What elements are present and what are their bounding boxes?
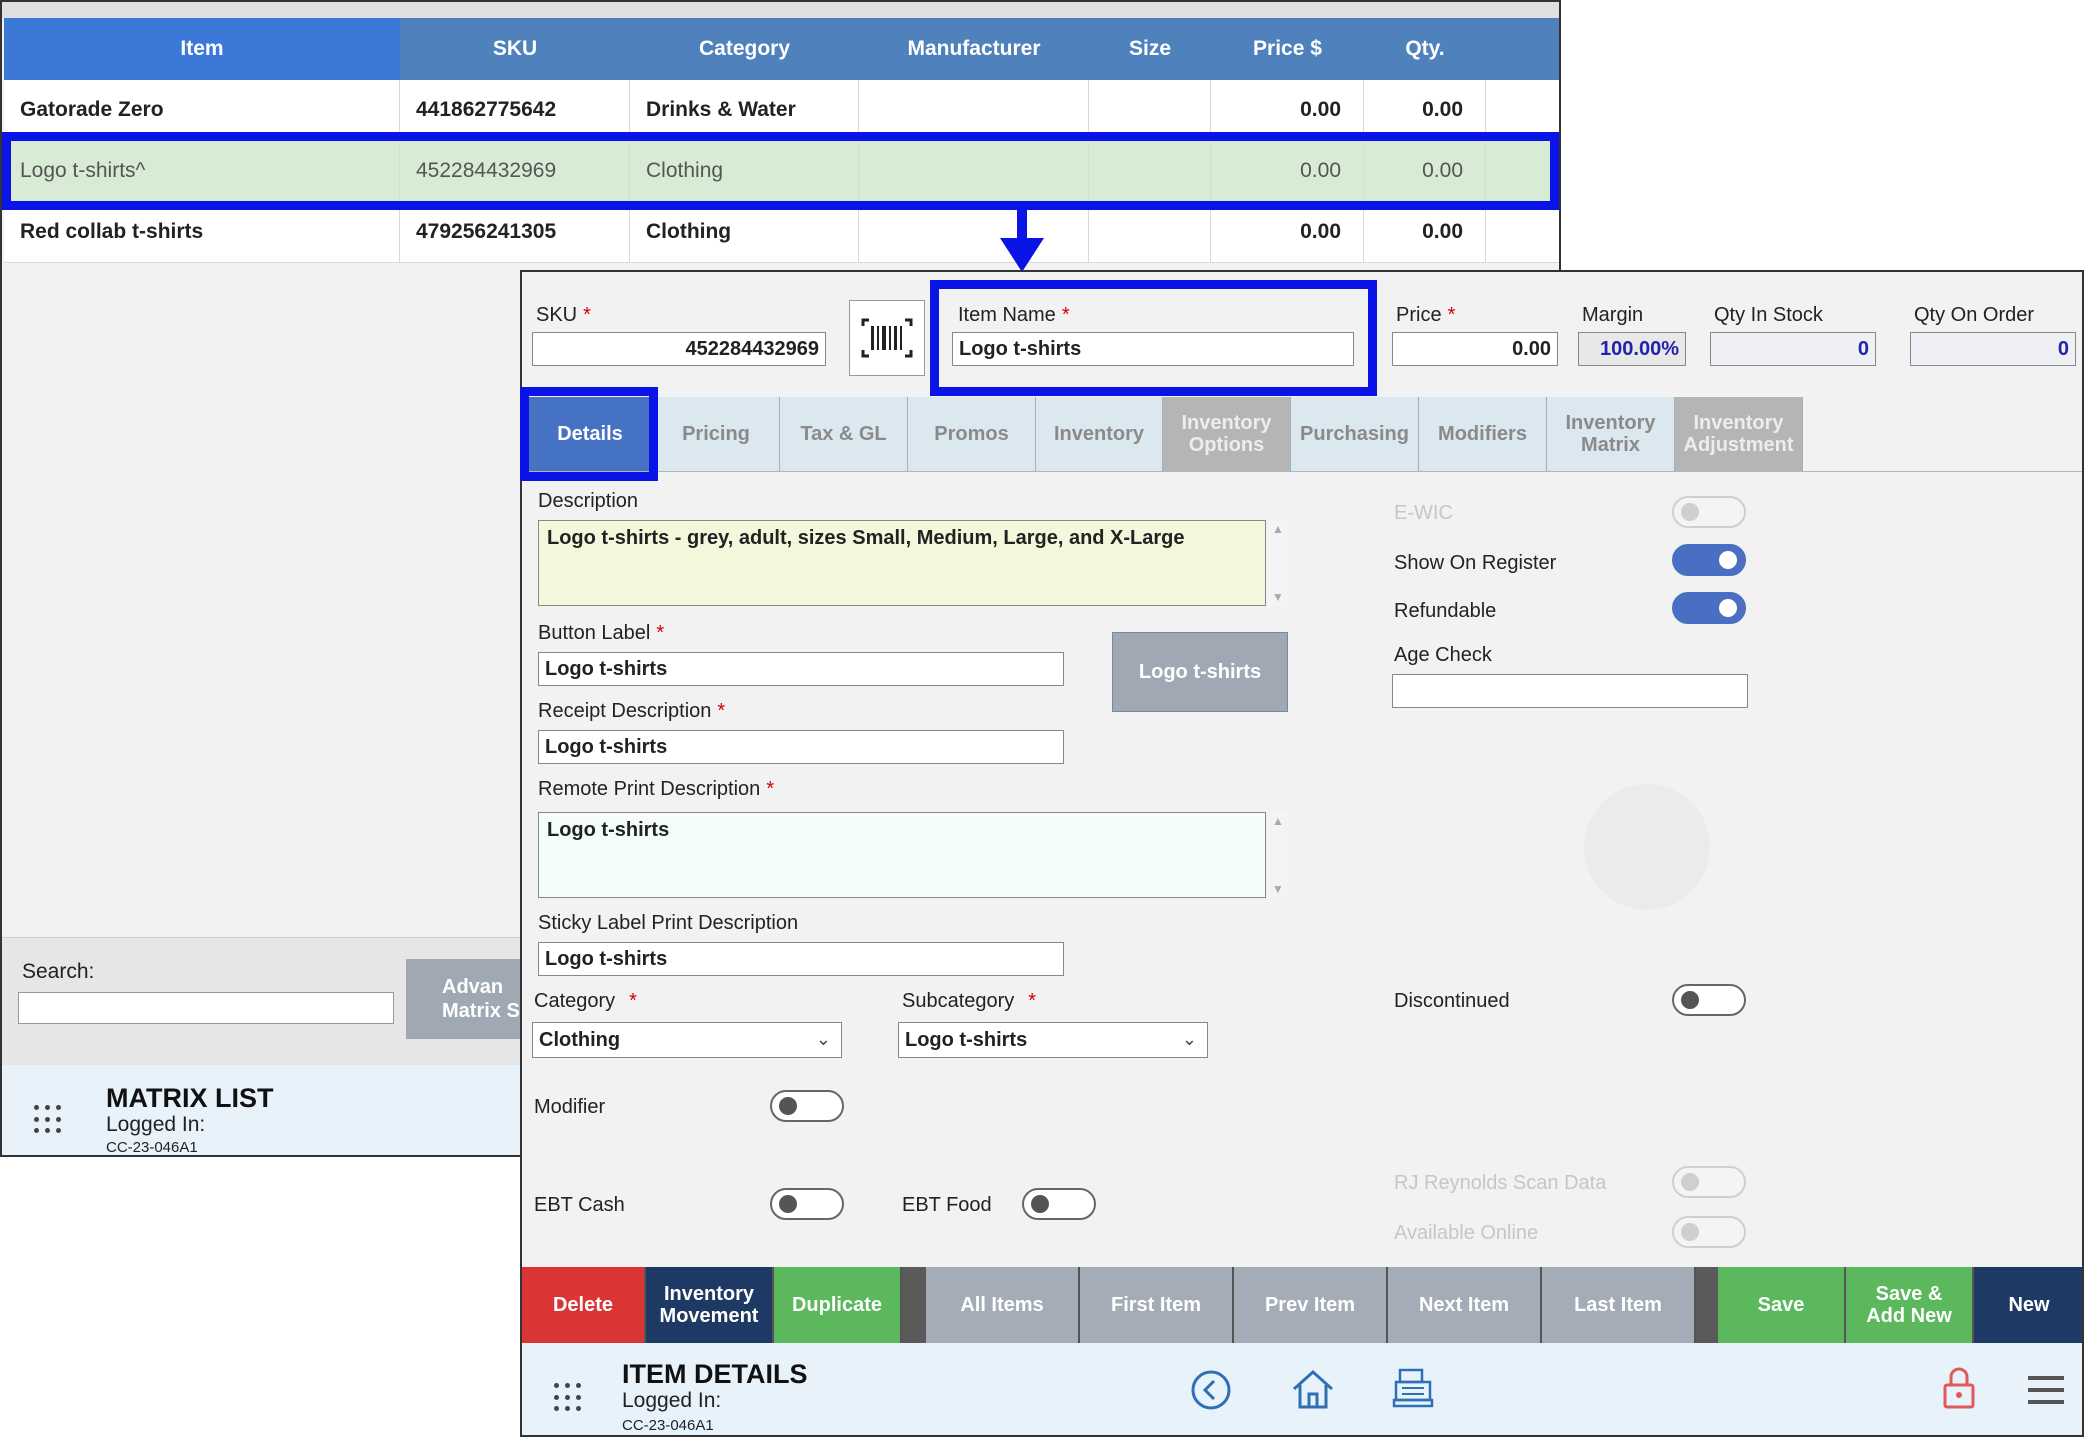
margin-label: Margin (1582, 304, 1644, 326)
description-scrollbar[interactable]: ▲ ▼ (1268, 520, 1288, 606)
first-item-button[interactable]: First Item (1080, 1267, 1234, 1343)
remote-print-scrollbar[interactable]: ▲ ▼ (1268, 812, 1288, 898)
item-details-window: SKU * 452284432969 Item Name * Logo t-shir… (520, 270, 2084, 1437)
show-on-register-label: Show On Register (1394, 552, 1557, 574)
discontinued-toggle[interactable] (1672, 984, 1746, 1016)
discontinued-label: Discontinued (1394, 990, 1510, 1012)
category-select[interactable]: Clothing ⌄ (532, 1022, 842, 1058)
save-add-new-button[interactable]: Save & Add New (1846, 1267, 1974, 1343)
category-label: Category * (534, 990, 637, 1012)
price-input[interactable]: 0.00 (1392, 332, 1558, 366)
receipt-description-input[interactable]: Logo t-shirts (538, 730, 1064, 764)
rj-reynolds-toggle (1672, 1166, 1746, 1198)
remote-print-description-label: Remote Print Description * (538, 778, 775, 800)
back-arrow-icon[interactable] (1190, 1369, 1232, 1411)
footer-logged-in: Logged In: (622, 1389, 722, 1412)
barcode-icon (861, 318, 913, 358)
description-textarea[interactable]: Logo t-shirts - grey, adult, sizes Small… (538, 520, 1266, 606)
next-item-button[interactable]: Next Item (1388, 1267, 1542, 1343)
refundable-toggle[interactable] (1672, 592, 1746, 624)
tab-inventory[interactable]: Inventory (1036, 397, 1163, 471)
menu-icon[interactable] (2026, 1373, 2066, 1407)
ewic-label: E-WIC (1394, 502, 1453, 524)
subcategory-select[interactable]: Logo t-shirts ⌄ (898, 1022, 1208, 1058)
footer-title: ITEM DETAILS (622, 1359, 808, 1389)
last-item-button[interactable]: Last Item (1542, 1267, 1696, 1343)
register-icon[interactable] (1392, 1367, 1434, 1409)
tab-modifiers[interactable]: Modifiers (1419, 397, 1547, 471)
tab-purchasing[interactable]: Purchasing (1291, 397, 1419, 471)
item-image-placeholder (1584, 784, 1710, 910)
ebt-food-label: EBT Food (902, 1194, 992, 1216)
chevron-down-icon: ⌄ (815, 1029, 831, 1049)
refundable-label: Refundable (1394, 600, 1497, 622)
apps-grid-icon[interactable] (554, 1383, 584, 1413)
sku-label: SKU * (536, 304, 591, 326)
tab-inventory-options: Inventory Options (1163, 397, 1291, 471)
ebt-cash-label: EBT Cash (534, 1194, 625, 1216)
ebt-food-toggle[interactable] (1022, 1188, 1096, 1220)
tab-promos[interactable]: Promos (908, 397, 1036, 471)
category-select-value: Clothing (539, 1028, 621, 1051)
button-label-input[interactable]: Logo t-shirts (538, 652, 1064, 686)
button-label-label: Button Label * (538, 622, 665, 644)
sku-input[interactable]: 452284432969 (532, 332, 826, 366)
modifier-toggle[interactable] (770, 1090, 844, 1122)
item-name-input[interactable]: Logo t-shirts (952, 332, 1354, 366)
qty-on-order-label: Qty On Order (1914, 304, 2035, 326)
age-check-input[interactable] (1392, 674, 1748, 708)
tab-details[interactable]: Details (528, 397, 653, 471)
receipt-description-label: Receipt Description * (538, 700, 726, 722)
sticky-label-label: Sticky Label Print Description (538, 912, 799, 934)
item-name-label: Item Name * (958, 304, 1070, 326)
age-check-label: Age Check (1394, 644, 1492, 666)
tab-inventory-matrix[interactable]: Inventory Matrix (1547, 397, 1675, 471)
chevron-down-icon: ⌄ (1181, 1029, 1197, 1049)
all-items-button[interactable]: All Items (926, 1267, 1080, 1343)
duplicate-button[interactable]: Duplicate (774, 1267, 902, 1343)
margin-value: 100.00% (1578, 332, 1686, 366)
lock-icon[interactable] (1942, 1365, 1976, 1411)
new-button[interactable]: New (1974, 1267, 2082, 1343)
barcode-scan-button[interactable] (849, 300, 925, 376)
ewic-toggle (1672, 496, 1746, 528)
prev-item-button[interactable]: Prev Item (1234, 1267, 1388, 1343)
description-label: Description (538, 490, 639, 512)
show-on-register-toggle[interactable] (1672, 544, 1746, 576)
qty-on-order-value: 0 (1910, 332, 2076, 366)
subcategory-select-value: Logo t-shirts (905, 1028, 1028, 1051)
footer-code: CC-23-046A1 (622, 1417, 714, 1434)
subcategory-label: Subcategory * (902, 990, 1037, 1012)
tab-bar: Details Pricing Tax & GL Promos Inventor… (522, 397, 2082, 472)
price-label: Price * (1396, 304, 1456, 326)
tab-tax-gl[interactable]: Tax & GL (780, 397, 908, 471)
modifier-label: Modifier (534, 1096, 606, 1118)
save-button[interactable]: Save (1718, 1267, 1846, 1343)
qty-in-stock-value: 0 (1710, 332, 1876, 366)
rj-reynolds-label: RJ Reynolds Scan Data (1394, 1172, 1607, 1194)
available-online-toggle (1672, 1216, 1746, 1248)
remote-print-description-textarea[interactable]: Logo t-shirts (538, 812, 1266, 898)
ebt-cash-toggle[interactable] (770, 1188, 844, 1220)
tab-pricing[interactable]: Pricing (653, 397, 780, 471)
inventory-movement-button[interactable]: Inventory Movement (646, 1267, 774, 1343)
sticky-label-input[interactable]: Logo t-shirts (538, 942, 1064, 976)
action-button-bar: Delete Inventory Movement Duplicate All I… (522, 1267, 2082, 1343)
details-footer: ITEM DETAILS Logged In: CC-23-046A1 (522, 1343, 2082, 1435)
qty-in-stock-label: Qty In Stock (1714, 304, 1823, 326)
available-online-label: Available Online (1394, 1222, 1539, 1244)
delete-button[interactable]: Delete (522, 1267, 646, 1343)
home-icon[interactable] (1290, 1367, 1336, 1411)
button-label-preview: Logo t-shirts (1112, 632, 1288, 712)
tab-inventory-adjustment: Inventory Adjustment (1675, 397, 1803, 471)
